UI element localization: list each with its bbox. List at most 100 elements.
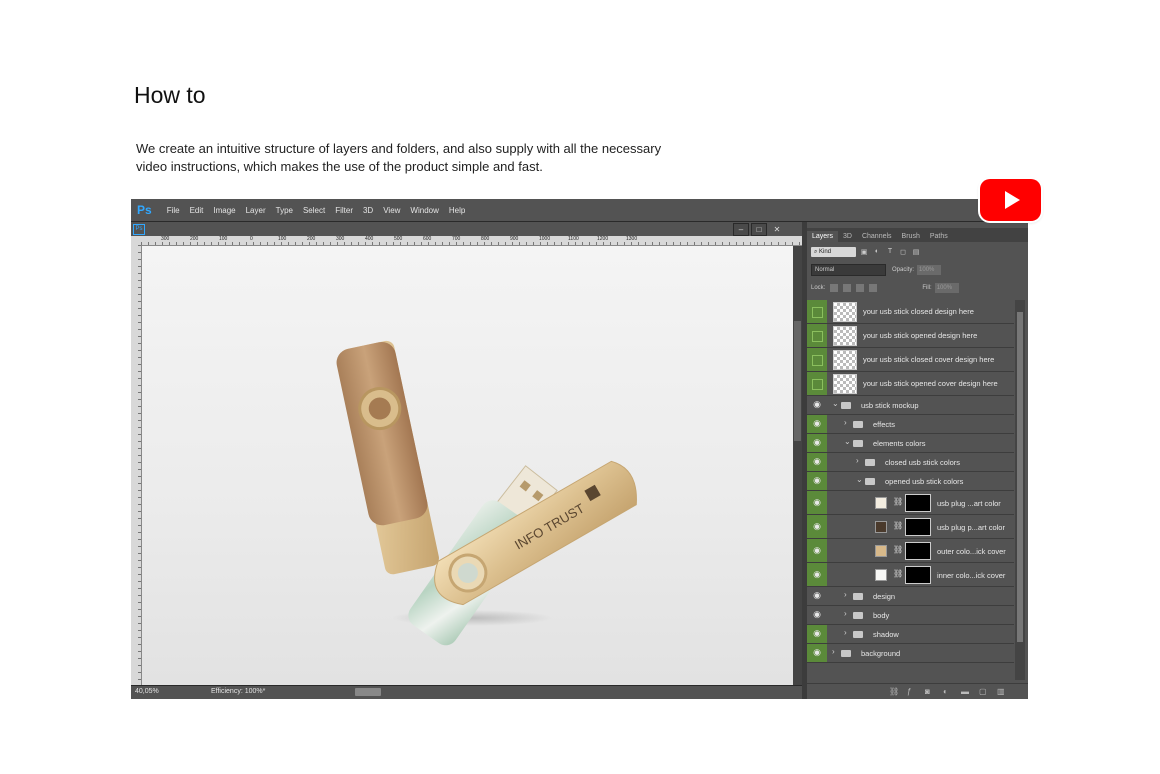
restore-button[interactable]: □ bbox=[751, 223, 767, 236]
layer-row[interactable]: ◉ ⛓ usb plug ...art color bbox=[807, 491, 1014, 515]
chevron-down-icon[interactable]: ⌄ bbox=[856, 475, 863, 484]
new-group-icon[interactable]: ▬ bbox=[961, 687, 970, 696]
menu-layer[interactable]: Layer bbox=[246, 206, 266, 215]
panel-tabs: Layers 3D Channels Brush Paths bbox=[807, 228, 1028, 242]
layer-row[interactable]: your usb stick opened cover design here bbox=[807, 372, 1014, 396]
fill-input[interactable]: 100% bbox=[934, 283, 959, 293]
smart-object-filter-icon[interactable]: ▤ bbox=[911, 248, 921, 257]
lock-all-icon[interactable] bbox=[869, 284, 878, 292]
tab-brush[interactable]: Brush bbox=[897, 231, 925, 242]
tab-channels[interactable]: Channels bbox=[857, 231, 897, 242]
menu-type[interactable]: Type bbox=[276, 206, 293, 215]
eye-icon[interactable]: ◉ bbox=[812, 456, 822, 467]
link-icon[interactable]: ⛓ bbox=[893, 521, 903, 530]
layer-row[interactable]: ◉ › closed usb stick colors bbox=[807, 453, 1014, 472]
add-mask-icon[interactable]: ◙ bbox=[925, 687, 934, 696]
menu-select[interactable]: Select bbox=[303, 206, 325, 215]
layer-row[interactable]: your usb stick closed cover design here bbox=[807, 348, 1014, 372]
visibility-toggle[interactable] bbox=[812, 331, 823, 342]
kind-filter-select[interactable]: ⌕ Kind bbox=[811, 247, 856, 257]
layers-scrollbar[interactable] bbox=[1015, 300, 1025, 680]
tab-paths[interactable]: Paths bbox=[925, 231, 953, 242]
adjustment-layer-icon[interactable]: ◐ bbox=[943, 687, 952, 696]
eye-icon[interactable]: ◉ bbox=[812, 521, 822, 532]
chevron-right-icon[interactable]: › bbox=[844, 609, 847, 618]
adjustment-filter-icon[interactable]: ◐ bbox=[872, 248, 882, 257]
layer-row[interactable]: ◉ › effects bbox=[807, 415, 1014, 434]
minimize-button[interactable]: – bbox=[733, 223, 749, 236]
layer-row[interactable]: ◉ ⛓ usb plug p...art color bbox=[807, 515, 1014, 539]
menu-image[interactable]: Image bbox=[213, 206, 235, 215]
vertical-scrollbar[interactable] bbox=[793, 246, 802, 685]
layer-row[interactable]: your usb stick opened design here bbox=[807, 324, 1014, 348]
document-canvas[interactable]: INFO TRUST bbox=[142, 246, 793, 685]
menu-3d[interactable]: 3D bbox=[363, 206, 373, 215]
fill-color-swatch[interactable] bbox=[875, 569, 887, 581]
menu-file[interactable]: File bbox=[167, 206, 180, 215]
trash-icon[interactable]: ▥ bbox=[997, 687, 1006, 696]
layer-style-icon[interactable]: ƒ bbox=[907, 687, 916, 696]
eye-icon[interactable]: ◉ bbox=[812, 475, 822, 486]
type-filter-icon[interactable]: T bbox=[885, 248, 895, 257]
scroll-thumb[interactable] bbox=[794, 321, 801, 441]
eye-icon[interactable]: ◉ bbox=[812, 647, 822, 658]
eye-icon[interactable]: ◉ bbox=[812, 628, 822, 639]
fill-color-swatch[interactable] bbox=[875, 497, 887, 509]
horizontal-scroll-thumb[interactable] bbox=[355, 688, 381, 696]
visibility-toggle[interactable] bbox=[812, 379, 823, 390]
new-layer-icon[interactable]: ▢ bbox=[979, 687, 988, 696]
layer-row[interactable]: ◉ ⛓ outer colo...ick cover bbox=[807, 539, 1014, 563]
chevron-down-icon[interactable]: ⌄ bbox=[832, 399, 839, 408]
layer-row[interactable]: ◉ ⌄ opened usb stick colors bbox=[807, 472, 1014, 491]
chevron-right-icon[interactable]: › bbox=[844, 628, 847, 637]
visibility-toggle[interactable] bbox=[812, 307, 823, 318]
layer-row[interactable]: ◉ ⛓ inner colo...ick cover bbox=[807, 563, 1014, 587]
lock-transparent-icon[interactable] bbox=[830, 284, 839, 292]
eye-icon[interactable]: ◉ bbox=[812, 545, 822, 556]
fill-color-swatch[interactable] bbox=[875, 545, 887, 557]
eye-icon[interactable]: ◉ bbox=[812, 399, 822, 410]
menu-edit[interactable]: Edit bbox=[190, 206, 204, 215]
fill-color-swatch[interactable] bbox=[875, 521, 887, 533]
layer-row[interactable]: ◉ ⌄ usb stick mockup bbox=[807, 396, 1014, 415]
layer-row[interactable]: ◉ › design bbox=[807, 587, 1014, 606]
chevron-down-icon[interactable]: ⌄ bbox=[844, 437, 851, 446]
layer-row[interactable]: ◉ › body bbox=[807, 606, 1014, 625]
eye-icon[interactable]: ◉ bbox=[812, 609, 822, 620]
blend-mode-select[interactable]: Normal bbox=[811, 264, 886, 276]
menu-help[interactable]: Help bbox=[449, 206, 465, 215]
lock-image-icon[interactable] bbox=[843, 284, 852, 292]
layer-name: design bbox=[873, 592, 896, 601]
tab-3d[interactable]: 3D bbox=[838, 231, 857, 242]
layers-scroll-thumb[interactable] bbox=[1017, 312, 1023, 642]
link-icon[interactable]: ⛓ bbox=[893, 569, 903, 578]
menu-view[interactable]: View bbox=[383, 206, 400, 215]
eye-icon[interactable]: ◉ bbox=[812, 418, 822, 429]
tab-layers[interactable]: Layers bbox=[807, 231, 839, 242]
layer-row[interactable]: your usb stick closed design here bbox=[807, 300, 1014, 324]
pixel-filter-icon[interactable]: ▣ bbox=[859, 248, 869, 257]
eye-icon[interactable]: ◉ bbox=[812, 437, 822, 448]
chevron-right-icon[interactable]: › bbox=[856, 456, 859, 465]
menu-window[interactable]: Window bbox=[410, 206, 438, 215]
visibility-toggle[interactable] bbox=[812, 355, 823, 366]
layer-row[interactable]: ◉ › shadow bbox=[807, 625, 1014, 644]
shape-filter-icon[interactable]: ◻ bbox=[898, 248, 908, 257]
chevron-right-icon[interactable]: › bbox=[844, 418, 847, 427]
menu-filter[interactable]: Filter bbox=[335, 206, 353, 215]
chevron-right-icon[interactable]: › bbox=[832, 647, 835, 656]
close-button[interactable]: ✕ bbox=[769, 223, 785, 236]
chevron-right-icon[interactable]: › bbox=[844, 590, 847, 599]
lock-position-icon[interactable] bbox=[856, 284, 865, 292]
link-layers-icon[interactable]: ⛓ bbox=[889, 687, 899, 696]
layer-row[interactable]: ◉ ⌄ elements colors bbox=[807, 434, 1014, 453]
opacity-input[interactable]: 100% bbox=[917, 265, 942, 275]
link-icon[interactable]: ⛓ bbox=[893, 497, 903, 506]
zoom-level[interactable]: 40,05% bbox=[135, 688, 159, 695]
eye-icon[interactable]: ◉ bbox=[812, 497, 822, 508]
layer-row[interactable]: ◉ › background bbox=[807, 644, 1014, 663]
youtube-play-button[interactable] bbox=[980, 179, 1041, 221]
link-icon[interactable]: ⛓ bbox=[893, 545, 903, 554]
eye-icon[interactable]: ◉ bbox=[812, 569, 822, 580]
eye-icon[interactable]: ◉ bbox=[812, 590, 822, 601]
